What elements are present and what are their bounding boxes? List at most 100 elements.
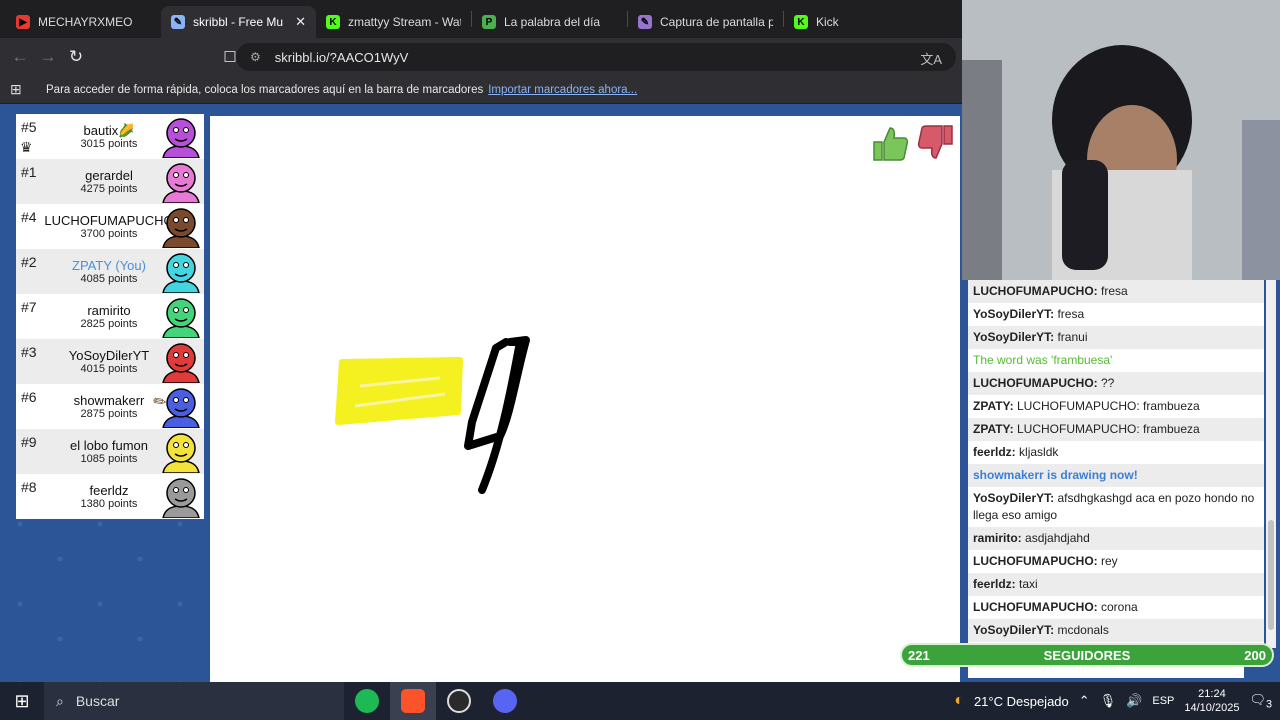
player-points: 3015 points bbox=[80, 138, 138, 150]
browser-tab-bar: ▶ MECHAYRXMEO ✎ skribbl - Free Mu ✕ Kzmattyy … bbox=[0, 0, 962, 38]
chat-text: ?? bbox=[1097, 376, 1115, 390]
chat-username: LUCHOFUMAPUCHO: bbox=[973, 376, 1098, 390]
player-row[interactable]: #5 bautix🌽 3015 points ♛ bbox=[16, 114, 204, 159]
browser-tab[interactable]: ✎ skribbl - Free Mu ✕ bbox=[161, 6, 316, 38]
player-points: 4085 points bbox=[80, 273, 138, 285]
player-avatar bbox=[162, 253, 200, 293]
chevron-up-icon[interactable]: ⌃ bbox=[1079, 693, 1090, 709]
windows-taskbar: ⊞ ⌕ Buscar ◐ 21°C Despejado ⌃ 🎙 🔊 ESP 21… bbox=[0, 682, 1280, 720]
player-row[interactable]: #6 showmakerr 2875 points ✏ bbox=[16, 384, 204, 429]
chat-username: YoSoyDilerYT: bbox=[973, 623, 1055, 637]
player-name: feerldz bbox=[89, 483, 129, 498]
player-avatar bbox=[162, 118, 200, 158]
volume-icon[interactable]: 🔊 bbox=[1126, 693, 1142, 709]
system-tray: ◐ 21°C Despejado ⌃ 🎙 🔊 ESP 21:24 14/10/2… bbox=[954, 682, 1280, 720]
language-indicator[interactable]: ESP bbox=[1152, 695, 1174, 707]
taskbar-search[interactable]: ⌕ Buscar bbox=[44, 682, 344, 720]
browser-tab[interactable]: Kzmattyy Stream - Wat bbox=[316, 6, 471, 38]
player-row[interactable]: #2 ZPATY (You) 4085 points bbox=[16, 249, 204, 294]
chat-text: kljasldk bbox=[1015, 445, 1059, 459]
spotify-icon[interactable] bbox=[344, 682, 390, 720]
player-row[interactable]: #3 YoSoyDilerYT 4015 points bbox=[16, 339, 204, 384]
tab-favicon-icon: P bbox=[482, 15, 496, 29]
drawing bbox=[335, 336, 530, 494]
reload-icon[interactable]: ↻ bbox=[62, 47, 90, 67]
webcam-overlay bbox=[962, 0, 1280, 280]
import-bookmarks-link[interactable]: Importar marcadores ahora... bbox=[488, 84, 637, 96]
chat-text: mcdonals bbox=[1054, 623, 1109, 637]
weather-icon[interactable]: ◐ bbox=[954, 692, 964, 710]
player-name: LUCHOFUMAPUCHO bbox=[44, 213, 174, 228]
player-rank: #3 bbox=[21, 344, 37, 360]
chat-message: ramirito: asdjahdjahd bbox=[968, 527, 1264, 550]
player-avatar bbox=[162, 433, 200, 473]
player-rank: #7 bbox=[21, 299, 37, 315]
chat-message: ZPATY: LUCHOFUMAPUCHO: frambueza bbox=[968, 418, 1264, 441]
skribbl-page: #5 bautix🌽 3015 points ♛ #1 gerardel 4275 poin… bbox=[0, 104, 962, 682]
notifications-icon[interactable]: 🗨3 bbox=[1249, 692, 1272, 711]
chat-text: fresa bbox=[1097, 284, 1128, 298]
player-name: YoSoyDilerYT bbox=[68, 348, 150, 363]
tab-title: Kick bbox=[816, 15, 839, 29]
browser-tab[interactable]: ✎ Captura de pantalla p bbox=[628, 6, 783, 38]
chat-scrollbar[interactable] bbox=[1266, 280, 1276, 648]
player-name: bautix🌽 bbox=[83, 123, 135, 138]
apps-grid-icon[interactable]: ⊞ bbox=[10, 81, 28, 98]
player-row[interactable]: #7 ramirito 2825 points bbox=[16, 294, 204, 339]
discord-icon[interactable] bbox=[482, 682, 528, 720]
chat-username: YoSoyDilerYT: bbox=[973, 330, 1055, 344]
chat-message: LUCHOFUMAPUCHO: rey bbox=[968, 550, 1264, 573]
yellow-scribble bbox=[335, 357, 463, 425]
drawing-canvas[interactable] bbox=[210, 116, 960, 682]
player-rank: #1 bbox=[21, 164, 37, 180]
browser-tab[interactable]: P La palabra del día bbox=[472, 6, 627, 38]
player-points: 2825 points bbox=[80, 318, 138, 330]
tab-favicon-icon: ✎ bbox=[638, 15, 652, 29]
tab-favicon-icon: K bbox=[326, 15, 340, 29]
close-tab-icon[interactable]: ✕ bbox=[295, 14, 306, 30]
weather-text[interactable]: 21°C Despejado bbox=[974, 694, 1069, 709]
chat-username: feerldz: bbox=[973, 577, 1016, 591]
thumbs-up-icon[interactable] bbox=[870, 122, 910, 164]
chat-panel: LUCHOFUMAPUCHO: fresa YoSoyDilerYT: fresa… bbox=[962, 280, 1280, 682]
player-name: el lobo fumon bbox=[69, 438, 149, 453]
player-avatar bbox=[162, 478, 200, 518]
tab-title: MECHAYRXMEO bbox=[38, 15, 133, 29]
chat-message: YoSoyDilerYT: franui bbox=[968, 326, 1264, 349]
chat-username: YoSoyDilerYT: bbox=[973, 307, 1055, 321]
chat-text: LUCHOFUMAPUCHO: frambueza bbox=[1013, 399, 1200, 413]
chat-text: LUCHOFUMAPUCHO: frambueza bbox=[1013, 422, 1200, 436]
translate-icon[interactable]: 文A bbox=[920, 49, 942, 68]
chat-message: feerldz: kljasldk bbox=[968, 441, 1264, 464]
site-info-icon[interactable]: ⚙ bbox=[250, 50, 261, 64]
url-text: skribbl.io/?AACO1WyV bbox=[274, 49, 409, 65]
player-row[interactable]: #8 feerldz 1380 points bbox=[16, 474, 204, 519]
back-icon[interactable]: ← bbox=[6, 47, 34, 67]
obs-icon[interactable] bbox=[436, 682, 482, 720]
address-bar[interactable]: ⚙ skribbl.io/?AACO1WyV 文A bbox=[236, 43, 956, 71]
player-row[interactable]: #1 gerardel 4275 points bbox=[16, 159, 204, 204]
tab-favicon-icon: ▶ bbox=[16, 15, 30, 29]
player-name: ZPATY (You) bbox=[72, 258, 146, 273]
player-row[interactable]: #4 LUCHOFUMAPUCHO 3700 points bbox=[16, 204, 204, 249]
browser-tab[interactable]: ▶ MECHAYRXMEO bbox=[6, 6, 161, 38]
player-row[interactable]: #9 el lobo fumon 1085 points bbox=[16, 429, 204, 474]
thumbs-down-icon[interactable] bbox=[916, 122, 956, 164]
chat-username: ZPATY: bbox=[973, 422, 1014, 436]
player-rank: #9 bbox=[21, 434, 37, 450]
chat-message: LUCHOFUMAPUCHO: ?? bbox=[968, 372, 1264, 395]
browser-toolbar: ← → ↻ ☐ ⚙ skribbl.io/?AACO1WyV 文A bbox=[0, 38, 962, 76]
chat-text: rey bbox=[1097, 554, 1118, 568]
tab-title: Captura de pantalla p bbox=[660, 15, 773, 29]
player-points: 1085 points bbox=[80, 453, 138, 465]
clock[interactable]: 21:24 14/10/2025 bbox=[1184, 687, 1239, 715]
chat-text: corona bbox=[1097, 600, 1138, 614]
forward-icon[interactable]: → bbox=[34, 47, 62, 67]
brave-icon[interactable] bbox=[390, 682, 436, 720]
player-avatar bbox=[162, 163, 200, 203]
player-rank: #5 bbox=[21, 119, 37, 135]
windows-start-icon[interactable]: ⊞ bbox=[0, 691, 44, 712]
scroll-thumb[interactable] bbox=[1268, 520, 1274, 630]
mic-icon[interactable]: 🎙 bbox=[1100, 693, 1117, 709]
browser-tab[interactable]: K Kick bbox=[784, 6, 939, 38]
